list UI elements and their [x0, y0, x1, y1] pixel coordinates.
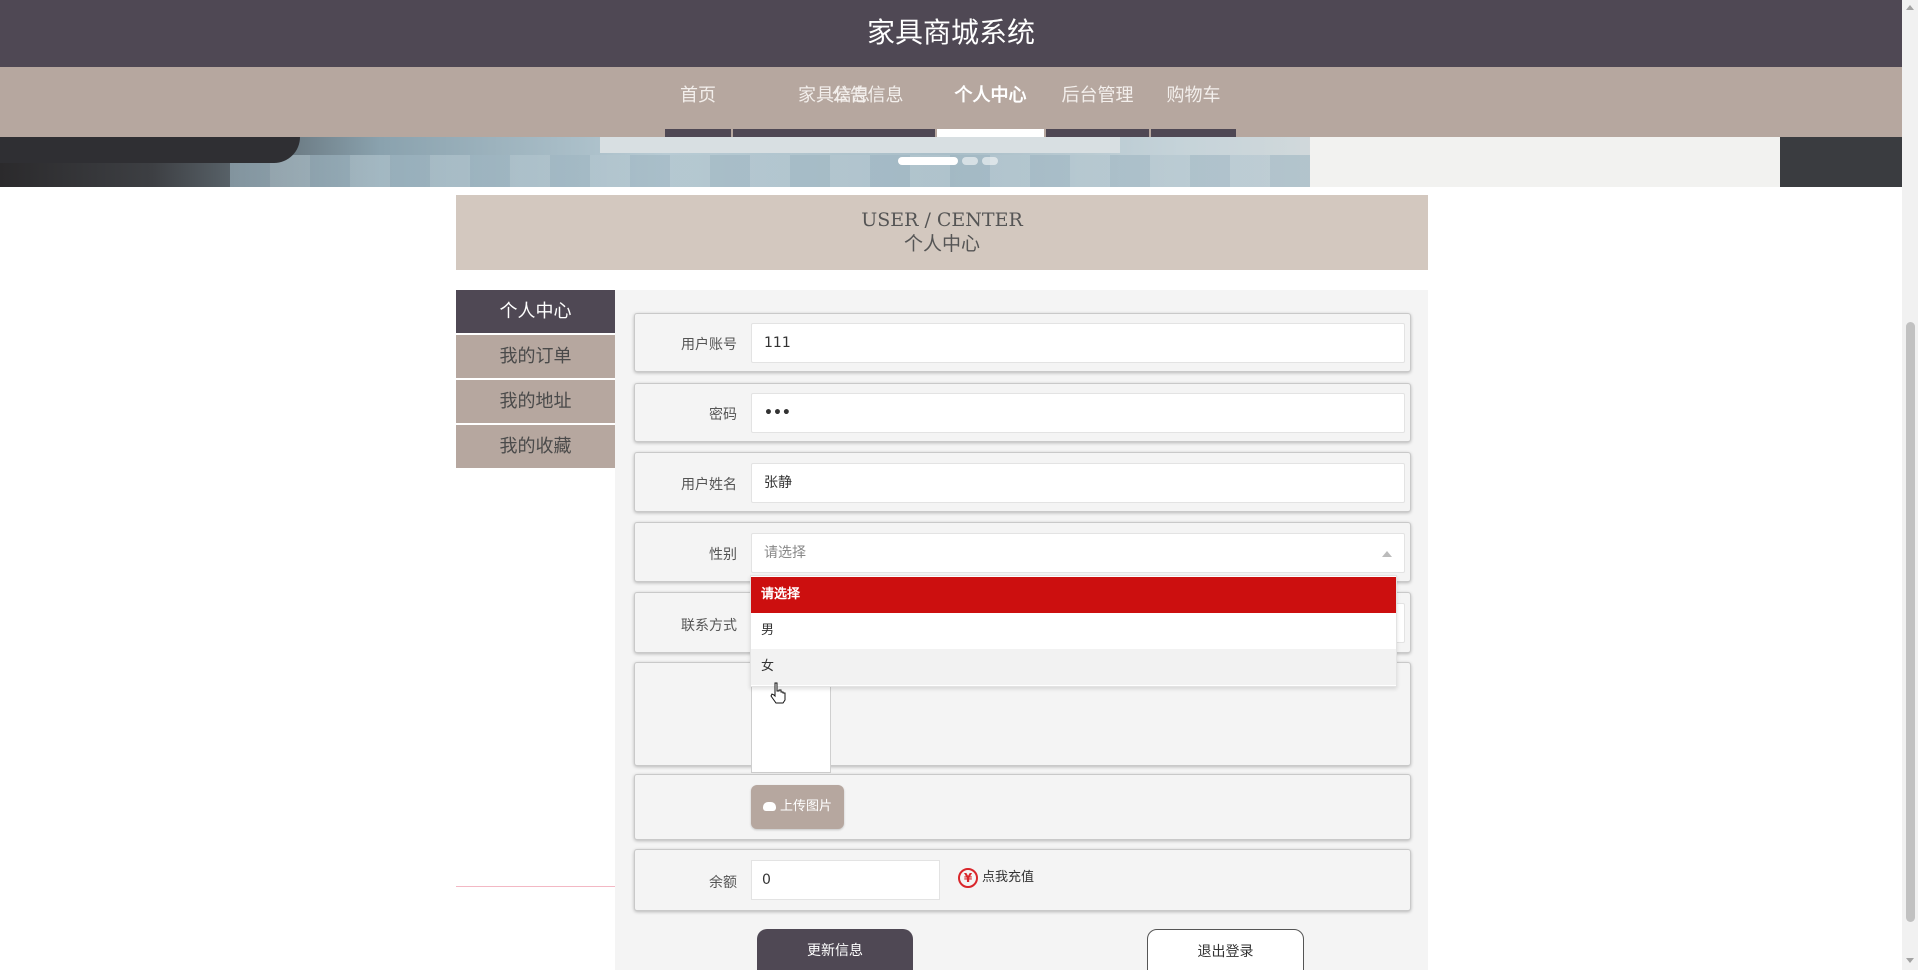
scroll-up-arrow-icon[interactable]: [1906, 5, 1914, 10]
page: 家具商城系统 首页 家具信息 公告信息 个人中心 后台管理 购物车 USER /…: [0, 0, 1902, 970]
nav-item-label: 首页: [680, 85, 716, 106]
balance-label: 余额: [709, 875, 737, 891]
nav-item-home[interactable]: 首页: [665, 67, 731, 137]
section-title-en: USER / CENTER: [861, 209, 1023, 231]
password-row: 密码 •••: [634, 383, 1411, 442]
nav-item-label: 个人中心: [954, 85, 1027, 106]
password-label: 密码: [709, 407, 737, 423]
gender-option[interactable]: 女: [751, 649, 1396, 685]
scroll-thumb[interactable]: [1906, 322, 1915, 922]
section-title-cn: 个人中心: [903, 233, 980, 255]
name-input[interactable]: 张静: [751, 463, 1405, 503]
hand-cursor-icon: [770, 682, 786, 704]
cloud-upload-icon: [762, 802, 776, 811]
nav-underline: [1151, 129, 1236, 137]
banner-image: [0, 137, 1902, 187]
logout-button[interactable]: 退出登录: [1147, 929, 1304, 970]
section-header: USER / CENTER 个人中心: [456, 195, 1428, 270]
sidebar-divider: [456, 886, 615, 887]
gender-option[interactable]: 男: [751, 613, 1396, 649]
upload-row: 上传图片: [634, 774, 1411, 840]
name-row: 用户姓名 张静: [634, 452, 1411, 512]
banner-table: [600, 137, 1120, 153]
nav-item-label: 公告信息: [831, 85, 904, 106]
balance-input[interactable]: 0: [751, 860, 940, 900]
recharge-link[interactable]: 点我充值: [982, 868, 1034, 888]
nav-item-notices[interactable]: 公告信息: [800, 67, 935, 137]
gender-select[interactable]: 请选择: [751, 533, 1405, 573]
gender-select-value: 请选择: [764, 545, 806, 561]
gender-option[interactable]: 请选择: [751, 577, 1396, 613]
nav-item-user-center[interactable]: 个人中心: [937, 67, 1044, 137]
nav-item-cart[interactable]: 购物车: [1151, 67, 1236, 137]
scroll-down-arrow-icon[interactable]: [1906, 958, 1914, 963]
carousel-dot[interactable]: [982, 157, 998, 165]
banner-sofa-right: [1310, 137, 1790, 187]
site-title: 家具商城系统: [0, 0, 1902, 67]
password-input[interactable]: •••: [751, 393, 1405, 433]
nav-underline: [1046, 129, 1149, 137]
sidebar-item-user-center[interactable]: 个人中心: [456, 290, 615, 333]
nav-underline: [937, 129, 1044, 137]
sidebar-item-my-address[interactable]: 我的地址: [456, 380, 615, 423]
contact-label: 联系方式: [681, 618, 737, 634]
gender-row: 性别 请选择: [634, 522, 1411, 582]
balance-row: 余额 0 ¥ 点我充值: [634, 849, 1411, 911]
account-label: 用户账号: [681, 337, 737, 353]
account-row: 用户账号 111: [634, 313, 1411, 372]
update-info-button[interactable]: 更新信息: [757, 929, 913, 970]
upload-label: 上传图片: [779, 799, 832, 814]
main-nav: 首页 家具信息 公告信息 个人中心 后台管理 购物车: [0, 67, 1902, 137]
user-sidebar: 个人中心 我的订单 我的地址 我的收藏: [456, 290, 615, 888]
upload-image-button[interactable]: 上传图片: [751, 785, 844, 829]
page-scrollbar[interactable]: [1902, 0, 1918, 970]
sidebar-item-my-favorites[interactable]: 我的收藏: [456, 425, 615, 468]
gender-dropdown: 请选择 男 女: [750, 575, 1397, 687]
nav-underline: [665, 129, 731, 137]
avatar-preview: [751, 683, 831, 773]
banner-rug: [230, 155, 1430, 187]
account-input[interactable]: 111: [751, 323, 1405, 363]
nav-item-label: 后台管理: [1061, 85, 1134, 106]
chevron-up-icon: [1382, 551, 1392, 557]
carousel-dot-active[interactable]: [898, 157, 958, 165]
gender-label: 性别: [709, 547, 737, 563]
carousel-dot[interactable]: [962, 157, 978, 165]
nav-item-label: 购物车: [1166, 85, 1221, 106]
yen-icon[interactable]: ¥: [958, 868, 978, 888]
name-label: 用户姓名: [681, 477, 737, 493]
nav-item-admin[interactable]: 后台管理: [1046, 67, 1149, 137]
banner-sofa-left: [0, 137, 300, 163]
sidebar-item-my-orders[interactable]: 我的订单: [456, 335, 615, 378]
banner-edge: [1780, 137, 1902, 187]
